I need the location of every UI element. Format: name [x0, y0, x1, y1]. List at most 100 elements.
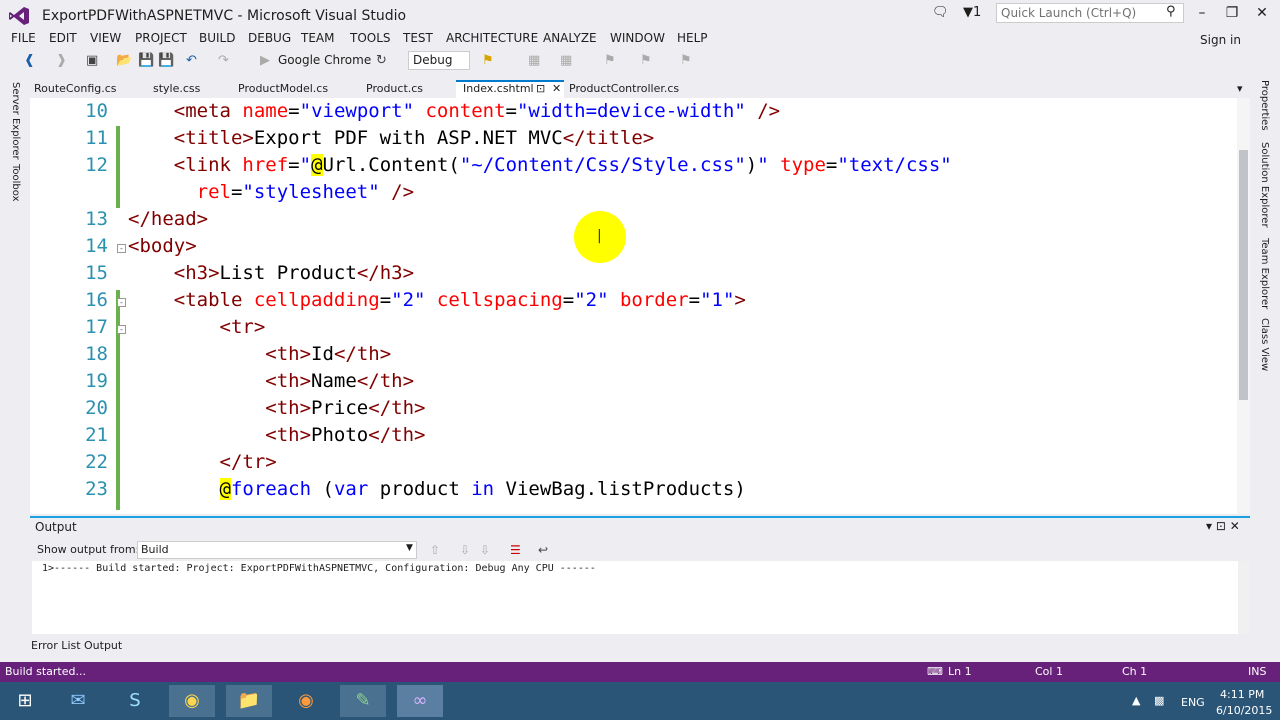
windows-start-icon[interactable]: ⊞	[2, 685, 48, 717]
save-all-icon[interactable]: 💾	[158, 52, 174, 70]
notifications-flag[interactable]: ▼1	[963, 5, 981, 20]
output-vertical-scrollbar[interactable]	[1238, 561, 1250, 634]
menu-debug[interactable]: DEBUG	[248, 31, 291, 45]
back-icon[interactable]: ❰	[24, 52, 35, 70]
panel-menu-icon[interactable]: ▾	[1206, 519, 1212, 533]
visual-studio-task-icon[interactable]: ∞	[397, 685, 443, 717]
output-panel-controls: ▾ ⊡ ✕	[1206, 519, 1240, 533]
menu-build[interactable]: BUILD	[199, 31, 235, 45]
menu-edit[interactable]: EDIT	[49, 31, 77, 45]
outlook-icon[interactable]: ✉	[55, 685, 101, 717]
code-token: </th>	[368, 397, 426, 419]
menu-architecture[interactable]: ARCHITECTURE	[446, 31, 538, 45]
new-project-icon[interactable]: ▣	[86, 52, 98, 70]
feedback-icon[interactable]: 🗨	[932, 5, 949, 20]
close-tab-icon[interactable]: ✕	[552, 82, 561, 95]
code-token: <th>	[265, 343, 312, 365]
tab-index-cshtml[interactable]: Index.cshtml	[463, 82, 534, 95]
editor-scroll-thumb[interactable]	[1239, 150, 1248, 400]
sign-in-link[interactable]: Sign in	[1200, 33, 1241, 47]
network-icon[interactable]: ▩	[1154, 694, 1164, 707]
tab-error-list[interactable]: Error List	[31, 639, 81, 652]
menu-file[interactable]: FILE	[11, 31, 36, 45]
tab-output[interactable]: Output	[84, 639, 122, 652]
start-debug-icon[interactable]: ▶	[260, 52, 270, 70]
redo-icon[interactable]: ↷	[218, 52, 229, 70]
open-file-icon[interactable]: 📂	[116, 52, 132, 70]
skype-icon[interactable]: S	[112, 685, 158, 717]
collapse-table-icon[interactable]: -	[117, 298, 126, 307]
minimize-button[interactable]: –	[1188, 2, 1216, 24]
code-line: <th>Id</th>	[128, 343, 391, 365]
code-token: Url.Content(	[322, 154, 460, 176]
code-token: <link	[173, 154, 231, 176]
chrome-icon[interactable]: ◉	[169, 685, 215, 717]
tab-productmodel[interactable]: ProductModel.cs	[238, 82, 328, 95]
pin-tab-icon[interactable]: ⊡	[536, 82, 545, 95]
server-explorer-panel-tab[interactable]: Server Explorer	[10, 82, 21, 160]
toolbox-panel-tab[interactable]: Toolbox	[10, 164, 21, 202]
undo-icon[interactable]: ↶	[186, 52, 197, 70]
code-token: </th>	[356, 370, 415, 392]
line-number: 13	[85, 208, 108, 230]
tab-productcontroller[interactable]: ProductController.cs	[569, 82, 679, 95]
solution-explorer-panel-tab[interactable]: Solution Explorer	[1259, 142, 1270, 228]
goto-last-message-icon[interactable]: ⇩	[480, 541, 490, 559]
language-indicator[interactable]: ENG	[1181, 696, 1205, 709]
code-token: "2"	[391, 289, 426, 311]
forward-icon[interactable]: ❱	[56, 52, 67, 70]
word-wrap-icon[interactable]: ↩	[538, 541, 548, 559]
menu-tools[interactable]: TOOLS	[350, 31, 391, 45]
properties-panel-tab[interactable]: Properties	[1259, 80, 1270, 131]
uncomment-icon[interactable]: ▦	[560, 52, 572, 70]
chevron-down-icon: ▼	[406, 543, 413, 553]
restore-button[interactable]: ❐	[1218, 2, 1246, 24]
clock-time[interactable]: 4:11 PM	[1220, 688, 1264, 701]
notepad-plus-icon[interactable]: ✎	[340, 685, 386, 717]
tab-product[interactable]: Product.cs	[366, 82, 423, 95]
refresh-icon[interactable]: ↻	[376, 52, 387, 70]
clock-date[interactable]: 6/10/2015	[1216, 704, 1272, 717]
file-explorer-icon[interactable]: 📁	[226, 685, 272, 717]
save-icon[interactable]: 💾	[138, 52, 154, 70]
bookmark-icon[interactable]: ⚑	[604, 52, 616, 70]
pin-panel-icon[interactable]: ⊡	[1216, 519, 1226, 533]
tab-style-css[interactable]: style.css	[153, 82, 200, 95]
code-token: <th>	[265, 424, 312, 446]
browser-target-dropdown[interactable]: Google Chrome	[278, 53, 371, 67]
menu-help[interactable]: HELP	[677, 31, 708, 45]
class-view-panel-tab[interactable]: Class View	[1259, 318, 1270, 371]
bookmark-clear-icon[interactable]: ⚑	[680, 52, 692, 70]
close-window-button[interactable]: ✕	[1248, 2, 1276, 24]
status-insert-mode: INS	[1248, 665, 1267, 678]
configuration-dropdown[interactable]: Debug	[408, 51, 470, 70]
bookmark-next-icon[interactable]: ⚑	[640, 52, 652, 70]
collapse-tr-icon[interactable]: -	[117, 325, 126, 334]
code-token: </title>	[562, 127, 655, 149]
tab-overflow-icon[interactable]: ▾	[1237, 82, 1243, 95]
find-icon[interactable]: ⚑	[482, 52, 494, 70]
quick-launch-input[interactable]: Quick Launch (Ctrl+Q)	[996, 3, 1184, 23]
menu-project[interactable]: PROJECT	[135, 31, 187, 45]
code-line: <th>Photo</th>	[128, 424, 425, 446]
tab-routeconfig[interactable]: RouteConfig.cs	[34, 82, 117, 95]
output-source-dropdown[interactable]: Build	[137, 541, 417, 559]
firefox-icon[interactable]: ◉	[283, 685, 329, 717]
clear-all-icon[interactable]: ☰	[510, 541, 521, 559]
menu-view[interactable]: VIEW	[90, 31, 121, 45]
menu-team[interactable]: TEAM	[301, 31, 334, 45]
code-token: <title>	[173, 127, 254, 149]
goto-next-message-icon[interactable]: ⇩	[460, 541, 470, 559]
menu-window[interactable]: WINDOW	[610, 31, 665, 45]
comment-icon[interactable]: ▦	[528, 52, 540, 70]
goto-prev-message-icon[interactable]: ⇧	[430, 541, 440, 559]
menu-test[interactable]: TEST	[403, 31, 433, 45]
collapse-body-icon[interactable]: -	[117, 244, 126, 253]
menu-analyze[interactable]: ANALYZE	[543, 31, 597, 45]
team-explorer-panel-tab[interactable]: Team Explorer	[1259, 238, 1270, 309]
close-panel-icon[interactable]: ✕	[1230, 519, 1240, 533]
code-token: </h3>	[356, 262, 415, 284]
code-token: </th>	[333, 343, 392, 365]
tray-expand-icon[interactable]: ▲	[1132, 694, 1140, 707]
